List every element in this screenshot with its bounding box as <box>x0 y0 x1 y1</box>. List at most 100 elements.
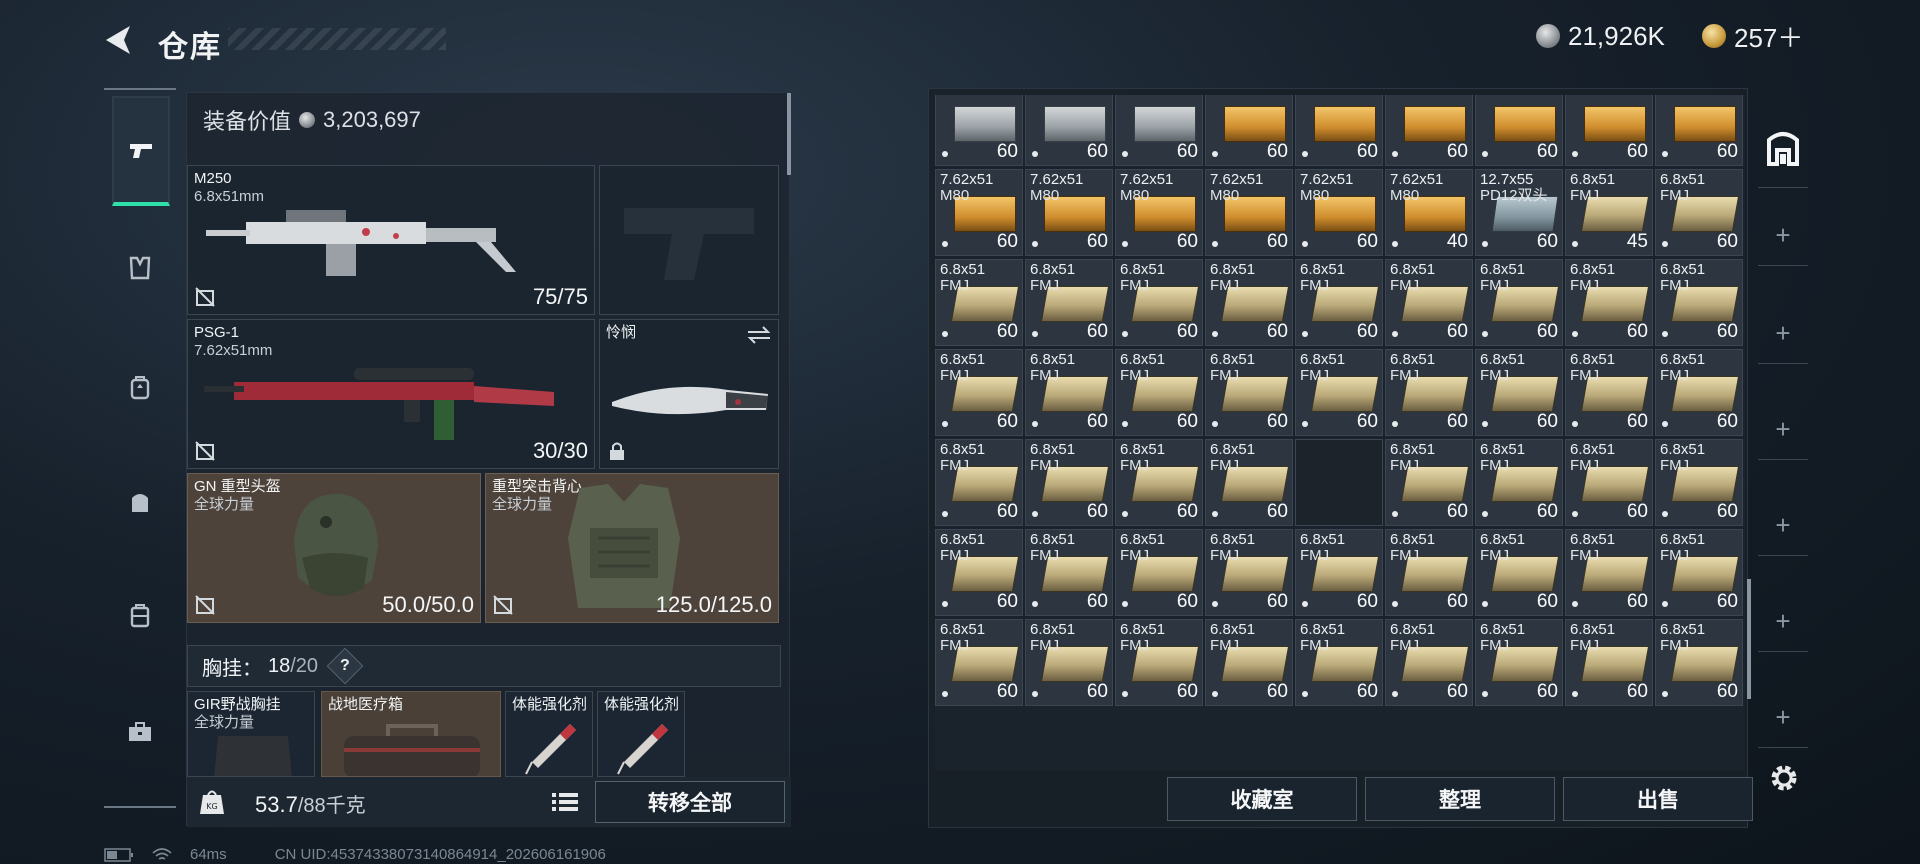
stash-item[interactable]: 6.8x51 FMJ 60 <box>1115 619 1203 706</box>
stash-scrollbar[interactable] <box>1747 579 1751 699</box>
gold-currency[interactable]: 257＋ <box>1702 20 1803 53</box>
nav-weapons[interactable] <box>112 96 170 206</box>
stash-item[interactable]: 6.8x51 FMJ 60 <box>1565 349 1653 436</box>
stash-item[interactable]: 6.8x51 FMJ 60 <box>1655 529 1743 616</box>
stash-item[interactable]: 6.8x51 FMJ 60 <box>1295 529 1383 616</box>
stash-slot-empty[interactable] <box>1295 439 1383 526</box>
secondary-weapon-slot[interactable]: PSG-1 7.62x51mm 30/30 <box>187 319 595 469</box>
stash-item[interactable]: 6.8x51 FMJ 60 <box>1025 529 1113 616</box>
stash-item[interactable]: 7.62x51 M80 60 <box>935 169 1023 256</box>
stash-item[interactable]: 6.8x51 FMJ 60 <box>1025 259 1113 346</box>
stash-item[interactable]: 7.62x51 M80 60 <box>1115 169 1203 256</box>
vest-slot[interactable]: 重型突击背心 全球力量 125.0/125.0 <box>485 473 779 623</box>
nav-toolbox[interactable] <box>112 704 168 760</box>
collection-room-button[interactable]: 收藏室 <box>1167 777 1357 821</box>
stash-item[interactable]: 6.8x51 FMJ 60 <box>1565 619 1653 706</box>
stash-item[interactable]: 6.8x51 FMJ 60 <box>1565 439 1653 526</box>
stash-item[interactable]: 6.8x51 FMJ 60 <box>1115 529 1203 616</box>
helmet-slot[interactable]: GN 重型头盔 全球力量 50.0/50.0 <box>187 473 481 623</box>
stash-item[interactable]: 7.62x51 M80 60 <box>1205 169 1293 256</box>
stash-grid[interactable]: 60 60 60 60 60 60 60 60 60 7.62x51 M80 60 7.62x51 M80… <box>935 95 1745 771</box>
stash-item[interactable]: 6.8x51 FMJ 60 <box>1385 259 1473 346</box>
stash-item[interactable]: 6.8x51 FMJ 60 <box>1565 529 1653 616</box>
stash-tab-main[interactable] <box>1758 108 1808 188</box>
stash-tab-add[interactable]: + <box>1758 496 1808 556</box>
stash-item[interactable]: 60 <box>935 95 1023 166</box>
stash-item[interactable]: 60 <box>1655 95 1743 166</box>
stash-item[interactable]: 7.62x51 M80 60 <box>1295 169 1383 256</box>
medkit-item[interactable]: 战地医疗箱 <box>321 691 501 777</box>
stash-item[interactable]: 6.8x51 FMJ 60 <box>935 349 1023 436</box>
stash-item[interactable]: 6.8x51 FMJ 60 <box>1475 349 1563 436</box>
primary-weapon-slot[interactable]: M250 6.8x51mm 75/75 <box>187 165 595 315</box>
stash-item[interactable]: 6.8x51 FMJ 60 <box>1655 349 1743 436</box>
stash-item[interactable]: 6.8x51 FMJ 60 <box>1025 439 1113 526</box>
stash-item[interactable]: 6.8x51 FMJ 60 <box>1295 619 1383 706</box>
stash-item[interactable]: 6.8x51 FMJ 60 <box>1115 439 1203 526</box>
stash-item[interactable]: 6.8x51 FMJ 60 <box>1385 349 1473 436</box>
melee-slot[interactable]: 怜悯 <box>599 319 779 469</box>
stash-item[interactable]: 6.8x51 FMJ 60 <box>1655 619 1743 706</box>
stash-item[interactable]: 60 <box>1205 95 1293 166</box>
nav-armor[interactable] <box>112 240 168 296</box>
stash-item[interactable]: 6.8x51 FMJ 60 <box>1115 259 1203 346</box>
stash-item[interactable]: 6.8x51 FMJ 60 <box>935 259 1023 346</box>
ammo-type: FMJ <box>1030 637 1060 654</box>
stash-item[interactable]: 6.8x51 FMJ 60 <box>1475 529 1563 616</box>
back-arrow-icon[interactable] <box>100 22 140 58</box>
stimulant-item[interactable]: 体能强化剂 <box>505 691 593 777</box>
list-view-button[interactable] <box>549 787 581 817</box>
stash-item[interactable]: 6.8x51 FMJ 60 <box>1655 259 1743 346</box>
stash-item[interactable]: 6.8x51 FMJ 60 <box>1385 439 1473 526</box>
pistol-slot[interactable] <box>599 165 779 315</box>
stash-tab-add[interactable]: + <box>1758 400 1808 460</box>
stash-item[interactable]: 12.7x55 PD12双头 60 <box>1475 169 1563 256</box>
stash-item[interactable]: 7.62x51 M80 60 <box>1025 169 1113 256</box>
stash-item[interactable]: 6.8x51 FMJ 60 <box>1295 349 1383 436</box>
stash-item[interactable]: 6.8x51 FMJ 60 <box>1205 259 1293 346</box>
sort-button[interactable]: 整理 <box>1365 777 1555 821</box>
stash-item[interactable]: 6.8x51 FMJ 60 <box>1205 349 1293 436</box>
stash-item[interactable]: 60 <box>1115 95 1203 166</box>
nav-case[interactable] <box>112 588 168 644</box>
stash-item[interactable]: 6.8x51 FMJ 60 <box>1655 169 1743 256</box>
settings-gear-icon[interactable] <box>1766 760 1802 796</box>
stash-tab-add[interactable]: + <box>1758 592 1808 652</box>
nav-bag[interactable] <box>112 474 168 530</box>
stash-item[interactable]: 6.8x51 FMJ 60 <box>1295 259 1383 346</box>
stash-item[interactable]: 6.8x51 FMJ 60 <box>935 619 1023 706</box>
stash-item[interactable]: 6.8x51 FMJ 60 <box>935 529 1023 616</box>
stash-item[interactable]: 6.8x51 FMJ 60 <box>1115 349 1203 436</box>
stash-tab-add[interactable]: + <box>1758 304 1808 364</box>
stimulant-item[interactable]: 体能强化剂 <box>597 691 685 777</box>
stash-item[interactable]: 6.8x51 FMJ 60 <box>1205 439 1293 526</box>
stash-tab-add[interactable]: + <box>1758 206 1808 266</box>
stash-item[interactable]: 6.8x51 FMJ 60 <box>1475 259 1563 346</box>
stash-item[interactable]: 6.8x51 FMJ 60 <box>1385 529 1473 616</box>
stash-item[interactable]: 7.62x51 M80 40 <box>1385 169 1473 256</box>
stash-item[interactable]: 60 <box>1025 95 1113 166</box>
stash-item[interactable]: 6.8x51 FMJ 60 <box>1475 619 1563 706</box>
stash-item[interactable]: 6.8x51 FMJ 60 <box>1205 619 1293 706</box>
swap-icon[interactable] <box>746 326 772 344</box>
chest-rig-item[interactable]: GIR野战胸挂 全球力量 <box>187 691 315 777</box>
stash-item[interactable]: 60 <box>1385 95 1473 166</box>
stash-item[interactable]: 6.8x51 FMJ 60 <box>935 439 1023 526</box>
stash-item[interactable]: 60 <box>1565 95 1653 166</box>
stash-item[interactable]: 60 <box>1295 95 1383 166</box>
loadout-scrollbar[interactable] <box>787 93 791 175</box>
nav-backpack[interactable] <box>112 360 168 416</box>
stash-item[interactable]: 6.8x51 FMJ 45 <box>1565 169 1653 256</box>
stash-item[interactable]: 60 <box>1475 95 1563 166</box>
stash-item[interactable]: 6.8x51 FMJ 60 <box>1205 529 1293 616</box>
stash-item[interactable]: 6.8x51 FMJ 60 <box>1385 619 1473 706</box>
stash-item[interactable]: 6.8x51 FMJ 60 <box>1025 619 1113 706</box>
transfer-all-button[interactable]: 转移全部 <box>595 781 785 823</box>
sell-button[interactable]: 出售 <box>1563 777 1753 821</box>
stash-item[interactable]: 6.8x51 FMJ 60 <box>1565 259 1653 346</box>
help-icon[interactable]: ? <box>326 647 364 685</box>
stash-item[interactable]: 6.8x51 FMJ 60 <box>1025 349 1113 436</box>
stash-tab-add[interactable]: + <box>1758 688 1808 748</box>
stash-item[interactable]: 6.8x51 FMJ 60 <box>1475 439 1563 526</box>
stash-item[interactable]: 6.8x51 FMJ 60 <box>1655 439 1743 526</box>
